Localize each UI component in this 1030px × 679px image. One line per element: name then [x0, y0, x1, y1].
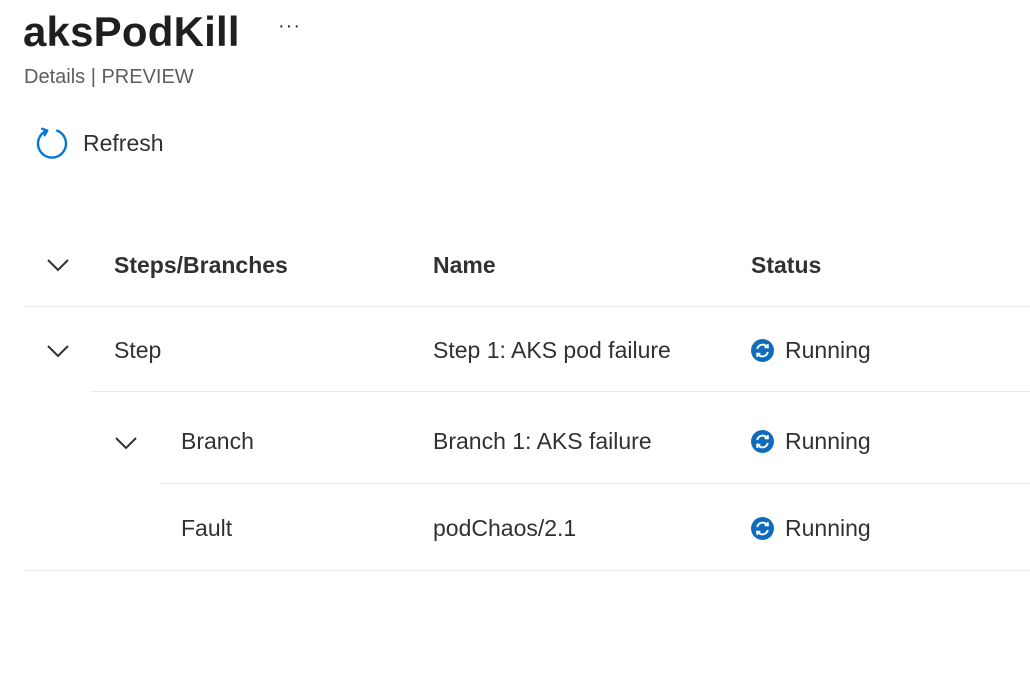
column-header-status[interactable]: Status	[751, 251, 821, 279]
branch-name: Branch 1: AKS failure	[433, 428, 652, 454]
step-status: Running	[751, 336, 871, 364]
refresh-button[interactable]: Refresh	[34, 124, 164, 162]
page-title: aksPodKill	[23, 8, 240, 55]
more-options-button[interactable]: ···	[278, 16, 301, 36]
refresh-icon	[36, 127, 68, 159]
collapse-all-chevron-icon[interactable]	[43, 250, 73, 280]
experiment-details-page: aksPodKill ··· Details | PREVIEW Refresh…	[0, 0, 1030, 679]
running-status-icon	[751, 516, 774, 540]
step-name: Step 1: AKS pod failure	[433, 337, 671, 363]
fault-name: podChaos/2.1	[433, 515, 577, 541]
column-header-steps-branches[interactable]: Steps/Branches	[114, 251, 288, 279]
running-status-icon	[751, 429, 774, 453]
fault-status-label: Running	[785, 515, 871, 541]
branch-type-label: Branch	[181, 428, 254, 454]
branch-status: Running	[751, 427, 871, 455]
fault-divider	[24, 570, 1030, 571]
branch-status-label: Running	[785, 428, 871, 454]
branch-expand-chevron-icon[interactable]	[111, 428, 141, 458]
page-subtitle: Details | PREVIEW	[24, 66, 194, 88]
fault-type-label: Fault	[181, 515, 233, 541]
refresh-label: Refresh	[83, 130, 164, 156]
step-status-label: Running	[785, 337, 871, 363]
table-row-fault[interactable]: Fault podChaos/2.1 Running	[0, 484, 1030, 571]
fault-status: Running	[751, 514, 871, 542]
running-status-icon	[751, 338, 774, 362]
table-header-row: Steps/Branches Name Status	[0, 222, 1030, 307]
step-expand-chevron-icon[interactable]	[43, 336, 73, 366]
step-type-label: Step	[114, 337, 162, 363]
column-header-name[interactable]: Name	[433, 251, 496, 279]
table-row-branch[interactable]: Branch Branch 1: AKS failure Running	[0, 392, 1030, 484]
table-row-step[interactable]: Step Step 1: AKS pod failure Running	[0, 307, 1030, 392]
